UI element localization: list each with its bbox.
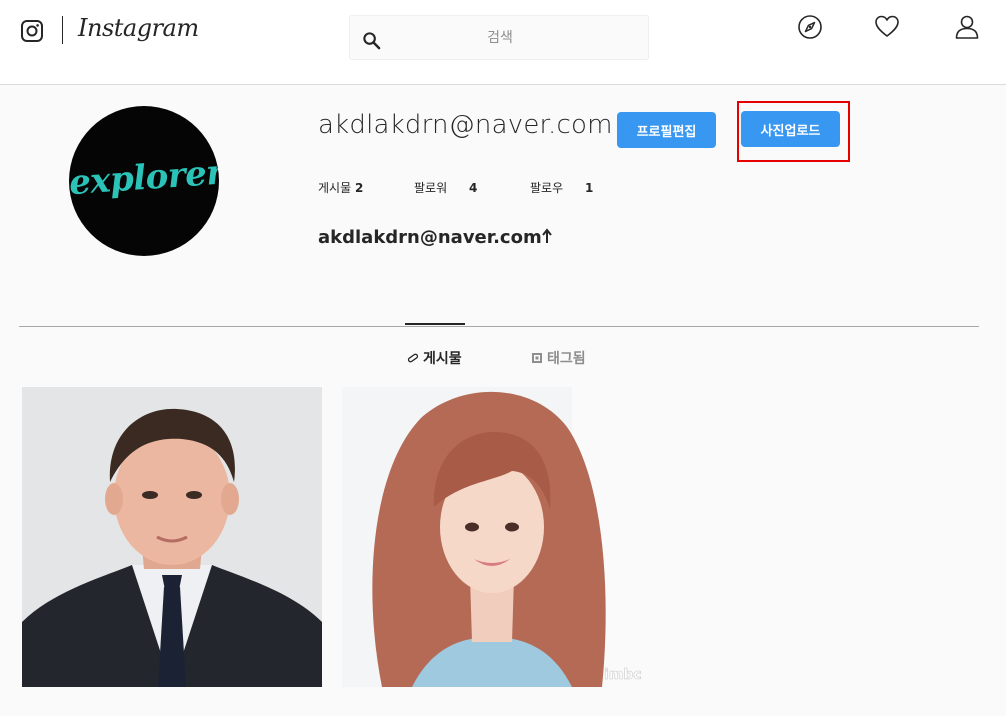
post-thumbnail[interactable] bbox=[22, 387, 322, 687]
post-image-woman: imbc bbox=[342, 387, 642, 687]
profile-icon[interactable] bbox=[954, 14, 980, 40]
posts-count: 2 bbox=[354, 181, 364, 195]
tab-posts[interactable]: 게시물 bbox=[407, 348, 462, 368]
compass-icon[interactable] bbox=[797, 14, 823, 40]
post-image-man bbox=[22, 387, 322, 687]
followers-stat-label: 팔로워 bbox=[414, 181, 448, 195]
tab-tagged[interactable]: 태그됨 bbox=[531, 348, 586, 368]
profile-display-name: akdlakdrn@naver.com bbox=[318, 227, 552, 248]
followers-count: 4 bbox=[468, 181, 478, 195]
profile-username: akdlakdrn@naver.com bbox=[318, 110, 613, 140]
tagged-icon bbox=[532, 353, 542, 363]
posts-stat-label: 게시물 bbox=[318, 181, 352, 195]
tab-tagged-label: 태그됨 bbox=[547, 351, 586, 367]
tabs-divider bbox=[19, 326, 979, 327]
display-name-text: akdlakdrn@naver.com bbox=[318, 227, 542, 248]
top-navigation-bar: Instagram bbox=[0, 0, 1006, 85]
edit-profile-button[interactable]: 프로필편집 bbox=[617, 112, 716, 148]
profile-avatar[interactable]: explorer bbox=[69, 106, 219, 256]
posts-stat: 게시물 2 bbox=[318, 179, 363, 196]
logo-separator bbox=[62, 16, 63, 44]
post-thumbnail[interactable]: imbc bbox=[342, 387, 642, 687]
search-input[interactable] bbox=[390, 16, 610, 59]
following-count: 1 bbox=[584, 181, 594, 195]
avatar-logo-text: explorer bbox=[69, 152, 219, 204]
heart-icon[interactable] bbox=[874, 14, 900, 40]
tab-posts-label: 게시물 bbox=[423, 351, 462, 367]
active-tab-indicator bbox=[405, 323, 465, 325]
search-box[interactable] bbox=[349, 15, 649, 60]
followers-stat[interactable]: 팔로워 4 bbox=[414, 179, 477, 196]
search-icon bbox=[363, 32, 381, 50]
instagram-glyph-icon[interactable] bbox=[20, 19, 44, 43]
instagram-wordmark[interactable]: Instagram bbox=[78, 14, 199, 42]
up-arrow-icon bbox=[541, 228, 552, 243]
post-watermark: imbc bbox=[604, 667, 642, 683]
posts-grid-icon bbox=[407, 353, 419, 363]
following-stat-label: 팔로우 bbox=[530, 181, 564, 195]
upload-photo-button[interactable]: 사진업로드 bbox=[741, 111, 840, 147]
following-stat[interactable]: 팔로우 1 bbox=[530, 179, 593, 196]
